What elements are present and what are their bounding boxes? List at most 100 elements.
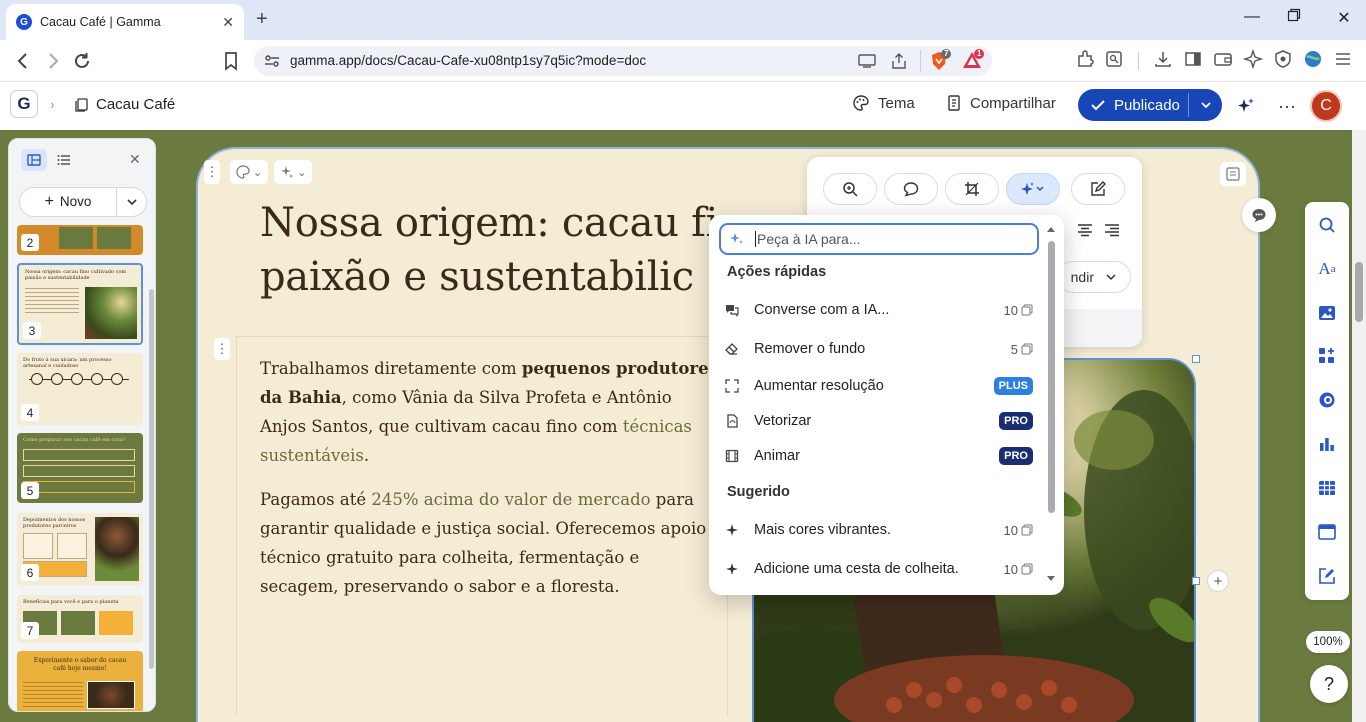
card-notes-icon[interactable] xyxy=(1220,162,1246,186)
new-tab-icon[interactable]: + xyxy=(256,8,268,30)
omnibox[interactable]: gamma.app/docs/Cacau-Cafe-xu08ntp1sy7q5i… xyxy=(254,46,992,76)
card-handle-icon[interactable]: ⋮ xyxy=(204,160,220,184)
text-style-icon[interactable]: Aa xyxy=(1316,258,1338,280)
zoom-level[interactable]: 100% xyxy=(1306,631,1350,653)
ai-image-button[interactable] xyxy=(1006,173,1060,205)
size-dropdown[interactable]: ndir xyxy=(1057,261,1131,293)
comment-image-button[interactable] xyxy=(884,173,938,205)
browser-menu-icon[interactable] xyxy=(1333,49,1355,71)
share-page-icon[interactable] xyxy=(890,52,908,70)
resize-handle-right[interactable] xyxy=(1192,577,1200,585)
card-style-button[interactable]: ⌄ xyxy=(230,160,269,184)
crop-image-button[interactable] xyxy=(945,173,999,205)
table-icon[interactable] xyxy=(1316,477,1338,499)
vpn-shield-icon[interactable] xyxy=(1273,49,1295,71)
sidebar-toggle-icon[interactable] xyxy=(1183,49,1205,71)
suggestion-harvest-basket[interactable]: Adicione uma cesta de colheita. 10 xyxy=(723,553,1033,585)
restore-icon[interactable] xyxy=(1287,8,1307,22)
published-button[interactable]: Publicado xyxy=(1078,89,1222,121)
slide-thumb-5[interactable]: Como preparar seu cacau café em casa? 5 xyxy=(17,433,143,503)
palette-icon xyxy=(853,95,869,111)
help-button[interactable]: ? xyxy=(1310,665,1348,703)
brave-rewards-icon[interactable]: 1 xyxy=(962,49,985,71)
zoom-image-button[interactable] xyxy=(823,173,877,205)
slide-thumb-8[interactable]: Experimente o sabor do cacau café hoje m… xyxy=(17,651,143,711)
close-tab-icon[interactable]: ✕ xyxy=(222,14,234,31)
align-center-icon[interactable] xyxy=(1077,223,1093,237)
align-right-icon[interactable] xyxy=(1104,223,1120,237)
brave-shield-icon[interactable]: 7 xyxy=(930,49,952,71)
ai-prompt-input[interactable] xyxy=(757,231,1017,247)
cast-icon[interactable] xyxy=(858,53,876,69)
layout-icon[interactable] xyxy=(1316,521,1338,543)
plus-badge: PLUS xyxy=(993,377,1033,395)
new-card-button[interactable]: + Novo xyxy=(19,187,147,217)
edit-form-icon[interactable] xyxy=(1316,565,1338,587)
resize-handle-top-right[interactable] xyxy=(1192,355,1200,363)
card-title[interactable]: Nossa origem: cacau fi paixão e sustenta… xyxy=(260,196,780,316)
extensions-icon[interactable] xyxy=(1076,49,1098,71)
crop-icon xyxy=(965,182,979,196)
tab-title: Cacau Café | Gamma xyxy=(40,15,161,29)
reader-icon[interactable] xyxy=(1104,49,1126,71)
suggestion-vibrant-colors[interactable]: Mais cores vibrantes. 10 xyxy=(723,514,1033,546)
chart-icon[interactable] xyxy=(1316,433,1338,455)
forward-icon[interactable] xyxy=(42,50,64,72)
ai-prompt-field[interactable] xyxy=(719,223,1039,255)
paragraph-1[interactable]: Trabalhamos diretamente com pequenos pro… xyxy=(260,354,720,470)
edit-image-button[interactable] xyxy=(1071,173,1125,205)
bookmark-icon[interactable] xyxy=(220,50,242,72)
minimize-icon[interactable]: — xyxy=(1242,8,1262,26)
vectorize-item[interactable]: Vetorizar PRO xyxy=(723,405,1033,437)
animate-item[interactable]: Animar PRO xyxy=(723,440,1033,472)
block-handle-icon[interactable]: ⋮ xyxy=(214,338,230,360)
site-settings-icon[interactable] xyxy=(264,54,280,68)
chat-with-ai-item[interactable]: Converse com a IA... 10 xyxy=(723,294,1033,326)
credit-cost: 10 xyxy=(1003,522,1018,538)
brave-count-badge: 7 xyxy=(941,49,952,59)
card-ai-button[interactable]: ⌄ xyxy=(274,160,313,184)
downloads-icon[interactable] xyxy=(1153,49,1175,71)
slide-thumb-3[interactable]: Nossa origem: cacau fino cultivado com p… xyxy=(17,263,143,345)
scroll-down-icon[interactable] xyxy=(1046,575,1056,583)
menu-scrollbar[interactable] xyxy=(1043,223,1059,587)
blocks-icon[interactable] xyxy=(1316,345,1338,367)
image-icon[interactable] xyxy=(1316,302,1338,324)
panel-scrollbar[interactable] xyxy=(149,289,154,669)
breadcrumb[interactable]: Cacau Café xyxy=(74,96,175,113)
gamma-logo[interactable]: G xyxy=(10,90,38,118)
paragraph-2[interactable]: Pagamos até 245% acima do valor de merca… xyxy=(260,485,720,601)
slide-number: 2 xyxy=(21,234,39,251)
slide-thumb-2[interactable]: 2 xyxy=(17,225,143,255)
share-button[interactable]: Compartilhar xyxy=(946,94,1056,112)
wallet-icon[interactable] xyxy=(1213,49,1235,71)
search-icon[interactable] xyxy=(1316,214,1338,236)
new-card-chevron-icon[interactable] xyxy=(117,198,146,206)
back-icon[interactable] xyxy=(12,50,34,72)
cards-view-icon[interactable] xyxy=(21,149,47,171)
close-window-icon[interactable]: ✕ xyxy=(1334,8,1354,28)
browser-tab[interactable]: G Cacau Café | Gamma ✕ xyxy=(6,4,244,40)
close-panel-icon[interactable]: ✕ xyxy=(129,151,141,168)
list-view-icon[interactable] xyxy=(51,149,77,171)
leo-ai-icon[interactable] xyxy=(1243,49,1265,71)
slide-thumb-4[interactable]: Do fruto à sua xícara: um processo artes… xyxy=(17,353,143,425)
remove-background-item[interactable]: Remover o fundo 5 xyxy=(723,333,1033,365)
profile-globe-icon[interactable] xyxy=(1303,49,1325,71)
ai-sparkle-icon[interactable] xyxy=(1236,96,1256,116)
comment-icon[interactable] xyxy=(1242,198,1276,232)
chevron-down-icon[interactable] xyxy=(1200,100,1212,110)
add-block-icon[interactable]: + xyxy=(1207,570,1229,592)
market-value-link[interactable]: 245% acima do valor de mercado xyxy=(371,490,650,509)
slide-thumb-6[interactable]: Depoimentos dos nossos produtores parcei… xyxy=(17,513,143,585)
more-options-icon[interactable]: ··· xyxy=(1278,96,1296,117)
theme-button[interactable]: Tema xyxy=(852,94,915,112)
scroll-up-icon[interactable] xyxy=(1046,225,1056,233)
reload-icon[interactable] xyxy=(71,50,93,72)
share-label: Compartilhar xyxy=(970,94,1056,112)
avatar[interactable]: C xyxy=(1310,90,1342,122)
slide-thumb-7[interactable]: Benefícios para você e para o planeta 7 xyxy=(17,595,143,643)
upscale-item[interactable]: Aumentar resolução PLUS xyxy=(723,370,1033,402)
embed-icon[interactable] xyxy=(1316,389,1338,411)
page-scrollbar[interactable] xyxy=(1352,130,1366,722)
